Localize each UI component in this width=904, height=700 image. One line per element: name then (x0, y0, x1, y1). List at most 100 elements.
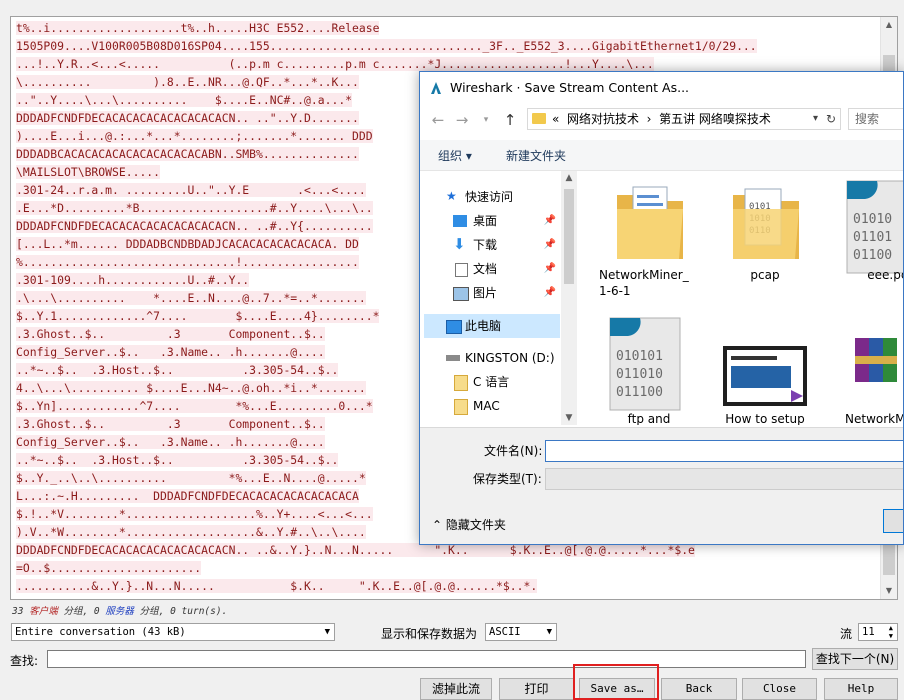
chevron-up-icon: ⌃ (432, 518, 443, 532)
filter-out-button[interactable]: 滤掉此流 (420, 678, 492, 700)
refresh-icon[interactable]: ↻ (826, 109, 836, 129)
dialog-title: Wireshark · Save Stream Content As... (450, 80, 690, 95)
scroll-up-icon[interactable]: ▲ (561, 173, 577, 183)
filetype-select[interactable] (545, 468, 903, 490)
stream-line: \.......... ).8..E..NR...@.QF..*...*..K.… (16, 75, 359, 89)
up-arrow-icon[interactable]: ↑ (500, 110, 520, 130)
stream-line: ...........&..Y.}..N...N..... $.K.. ".K.… (16, 579, 538, 593)
breadcrumb-network[interactable]: 网络对抗技术 (567, 112, 639, 126)
chevron-down-icon: ▼ (324, 627, 330, 637)
drive-icon (446, 355, 460, 361)
stream-line: .E...*D.........*B...................#..… (16, 201, 373, 215)
nav-folder-mac[interactable]: MAC (420, 394, 560, 418)
pin-icon[interactable]: 📌 (544, 209, 556, 233)
find-next-button[interactable]: 查找下一个(N) (812, 648, 898, 670)
folder-icon (617, 186, 683, 259)
back-arrow-icon[interactable]: ← (428, 110, 448, 130)
file-name: NetworkMi (845, 412, 904, 425)
nav-desktop[interactable]: 桌面 📌 (420, 209, 560, 233)
nav-downloads[interactable]: ⬇ 下载 📌 (420, 233, 560, 257)
binary-file-icon: 010101 011010 011100 (609, 317, 681, 411)
breadcrumb-separator-icon: › (646, 112, 652, 126)
format-select-value: ASCII (489, 626, 521, 638)
file-name: NetworkMiner_ 1-6-1 (599, 268, 689, 298)
breadcrumb-current[interactable]: 第五讲 网络嗅探技术 (659, 112, 771, 126)
spin-arrows-icon[interactable]: ▲ ▼ (889, 624, 893, 640)
back-button[interactable]: Back (661, 678, 737, 700)
stream-line: ..*~..$.. .3.Host..$.. .3.305-54..$.. (16, 453, 339, 467)
nav-folder-c-lang[interactable]: C 语言 (420, 370, 560, 394)
nav-mac-label: MAC (473, 399, 500, 413)
nav-quick-access[interactable]: ★ 快速访问 (420, 185, 560, 209)
address-dropdown-icon[interactable]: ▾ (813, 109, 818, 129)
stream-line: .\...\.......... *....E..N....@..7..*=..… (16, 291, 366, 305)
nav-this-pc-label: 此电脑 (465, 319, 502, 333)
binary-file-icon: 01010 01101 01100 (846, 180, 903, 274)
svg-text:011100: 011100 (616, 385, 663, 400)
pin-icon[interactable]: 📌 (544, 257, 556, 281)
print-button[interactable]: 打印 (499, 678, 574, 700)
close-button[interactable]: Close (742, 678, 817, 700)
stream-line: ).V..*W........*...................&..Y.… (16, 525, 366, 539)
pin-icon[interactable]: 📌 (544, 281, 556, 305)
stream-line: $.!..*V........*...................%..Y+… (16, 507, 373, 521)
nav-pane-scrollbar[interactable]: ▲ ▼ (561, 171, 577, 425)
hide-folders-label: 隐藏文件夹 (445, 518, 506, 532)
filename-input[interactable] (545, 440, 903, 462)
help-button[interactable]: Help (824, 678, 898, 700)
file-name: How to setup (725, 412, 805, 425)
stream-line: DDDADFCNDFDECACACACACACACACACACN.. .."..… (16, 111, 359, 125)
nav-pictures[interactable]: 图片 📌 (420, 281, 560, 305)
stream-line: .301-109....h............U..#..Y.. (16, 273, 250, 287)
format-select[interactable]: ASCII ▼ (485, 623, 557, 641)
folder-icon (532, 113, 546, 124)
scroll-thumb[interactable] (564, 189, 574, 284)
computer-icon (446, 320, 462, 334)
nav-this-pc[interactable]: 此电脑 (424, 314, 560, 338)
conversation-select[interactable]: Entire conversation (43 kB) ▼ (11, 623, 335, 641)
recent-locations-icon[interactable]: ▾ (476, 110, 496, 130)
stream-line: 4..\...\.......... $....E...N4~..@.oh..*… (16, 381, 366, 395)
stream-line: %...............................!.......… (16, 255, 359, 269)
file-name: eee.pca (867, 268, 903, 282)
nav-documents[interactable]: 文档 📌 (420, 257, 560, 281)
organize-menu[interactable]: 组织 ▾ (438, 147, 472, 164)
scroll-up-icon[interactable]: ▲ (881, 17, 897, 33)
file-list: NetworkMiner_ 1-6-1 0101 1010 0110 pcap … (578, 171, 904, 425)
scroll-down-icon[interactable]: ▼ (881, 583, 897, 599)
picture-icon (453, 287, 469, 301)
dialog-titlebar[interactable]: Wireshark · Save Stream Content As... (420, 72, 903, 104)
svg-text:010101: 010101 (616, 349, 663, 364)
address-bar[interactable]: « 网络对抗技术 › 第五讲 网络嗅探技术 ▾ ↻ (527, 108, 841, 130)
scroll-down-icon[interactable]: ▼ (561, 413, 577, 423)
nav-downloads-label: 下载 (473, 238, 498, 252)
nav-drive-d[interactable]: KINGSTON (D:) (420, 346, 560, 370)
file-name: pcap (750, 268, 780, 282)
stream-line: 1505P09....V100R005B08D016SP04....155...… (16, 39, 757, 53)
new-folder-button[interactable]: 新建文件夹 (506, 147, 566, 164)
hide-folders-toggle[interactable]: ⌃ 隐藏文件夹 (432, 516, 506, 533)
packet-summary: 33 客户端 分组, 0 服务器 分组, 0 turn(s). (12, 603, 227, 617)
document-icon (455, 263, 468, 277)
dialog-form-area: 文件名(N): 保存类型(T): ⌃ 隐藏文件夹 (420, 427, 903, 544)
stream-line: [...L..*m...... DDDADBCNDBDADJCACACACACA… (16, 237, 359, 251)
save-button[interactable] (883, 509, 903, 533)
forward-arrow-icon[interactable]: → (452, 110, 472, 130)
svg-text:01101: 01101 (853, 230, 892, 245)
breadcrumb: « 网络对抗技术 › 第五讲 网络嗅探技术 (552, 109, 771, 129)
stream-number-spinbox[interactable]: 11 ▲ ▼ (858, 623, 898, 641)
breadcrumb-overflow[interactable]: « (552, 112, 559, 126)
download-icon: ⬇ (453, 235, 466, 253)
nav-documents-label: 文档 (473, 262, 498, 276)
wireshark-fin-icon (431, 82, 441, 94)
stream-line: $..Yn]............^7.... *%...E.........… (16, 399, 373, 413)
stream-line: .3.Ghost..$.. .3 Component..$.. (16, 417, 325, 431)
stream-line: t%..i...................t%..h.....H3C E5… (16, 21, 380, 35)
find-input[interactable] (47, 650, 806, 668)
folder-icon (454, 375, 468, 391)
pin-icon[interactable]: 📌 (544, 233, 556, 257)
stream-line: .."..Y....\...\.......... $....E..NC#..@… (16, 93, 353, 107)
search-input[interactable]: 搜索 (848, 108, 903, 130)
nav-c-lang-label: C 语言 (473, 375, 510, 389)
summary-zero: 0 (93, 606, 100, 617)
